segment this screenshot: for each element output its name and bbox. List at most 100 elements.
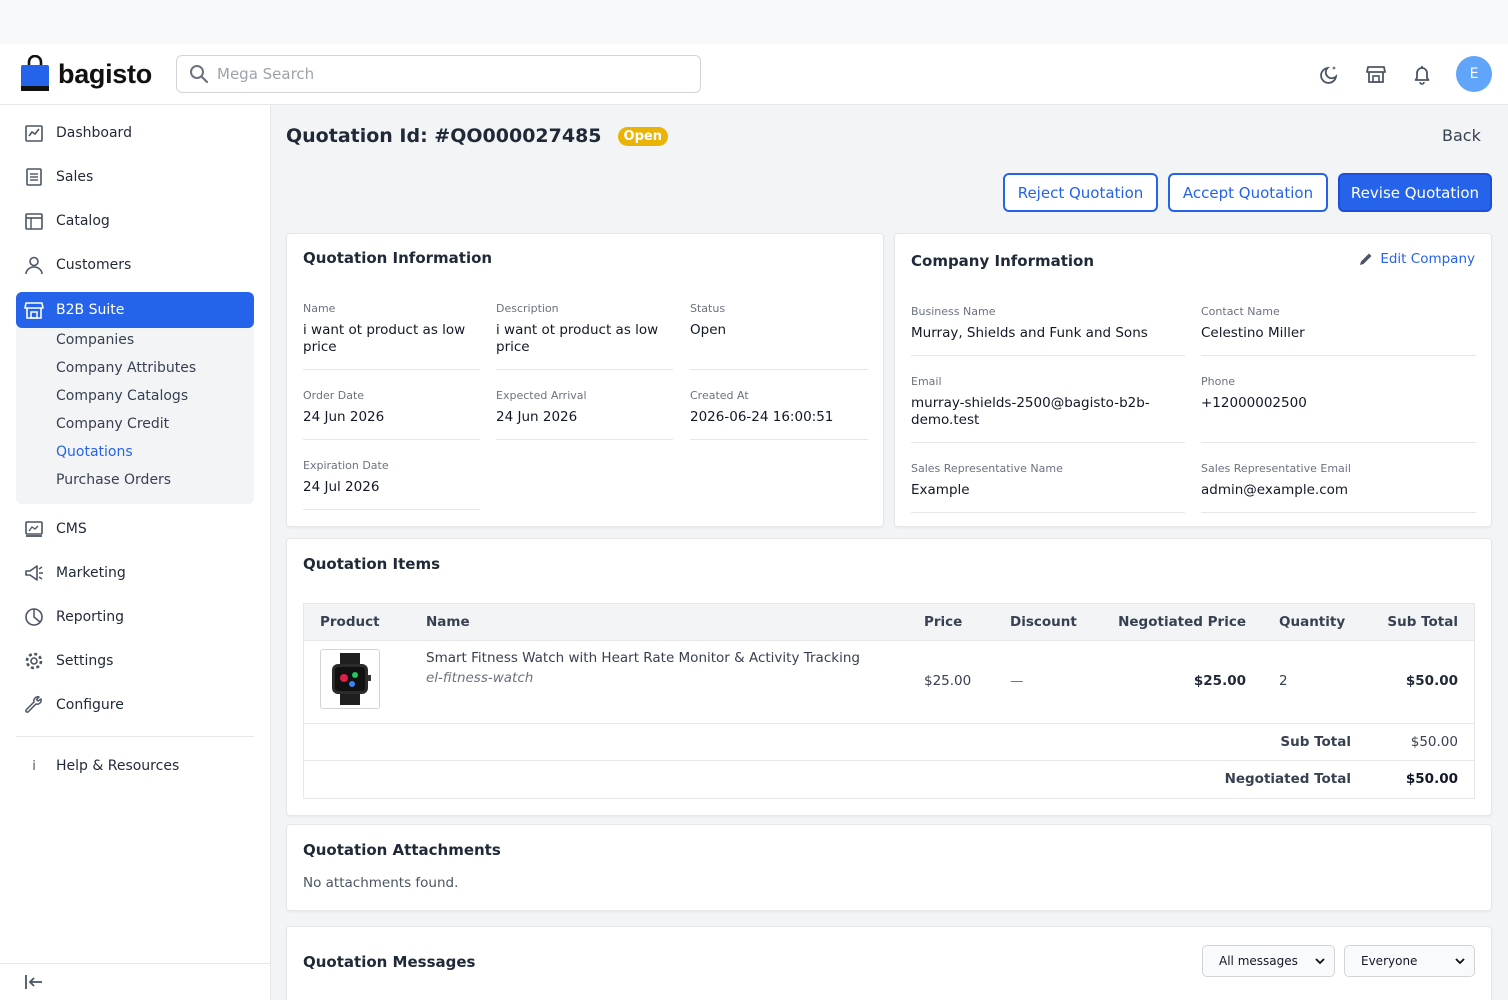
product-price: $25.00	[924, 673, 972, 689]
edit-company-link[interactable]: Edit Company	[1358, 251, 1475, 267]
sidebar-item-label: Settings	[56, 653, 114, 669]
collapse-sidebar-button[interactable]	[0, 963, 271, 1000]
info-icon: i	[32, 758, 36, 774]
pie-chart-icon	[24, 607, 44, 627]
column-header-name: Name	[426, 614, 470, 630]
pencil-icon	[1360, 253, 1372, 265]
header-actions: E	[1296, 56, 1492, 92]
product-name: Smart Fitness Watch with Heart Rate Moni…	[426, 650, 860, 666]
card-title: Quotation Information	[303, 249, 493, 267]
sidebar-item-sales[interactable]: Sales	[16, 159, 254, 195]
sidebar-item-label: CMS	[56, 521, 87, 537]
field-divider	[911, 442, 1185, 443]
store-icon	[1366, 66, 1386, 83]
shopping-bag-logo-icon	[21, 55, 49, 91]
submenu-item-company-credit[interactable]: Company Credit	[56, 416, 169, 432]
field-label: Business Name	[911, 305, 996, 318]
message-audience-select[interactable]: Everyone	[1344, 945, 1475, 977]
notifications-button[interactable]	[1410, 62, 1434, 86]
reject-quotation-button[interactable]: Reject Quotation	[1003, 173, 1158, 212]
column-header-price: Price	[924, 614, 963, 630]
dark-mode-toggle[interactable]	[1318, 62, 1342, 86]
submenu-item-companies[interactable]: Companies	[56, 332, 134, 348]
sidebar-item-configure[interactable]: Configure	[16, 687, 254, 723]
message-type-select[interactable]: All messages	[1202, 945, 1335, 977]
sidebar-item-reporting[interactable]: Reporting	[16, 599, 254, 635]
user-avatar[interactable]: E	[1456, 56, 1492, 92]
product-negotiated-price: $25.00	[1193, 673, 1246, 689]
b2b-submenu: Companies Company Attributes Company Cat…	[16, 327, 254, 504]
sidebar-item-b2b-suite[interactable]: B2B Suite	[16, 292, 254, 328]
field-divider	[911, 355, 1185, 356]
monitor-icon	[24, 519, 44, 539]
message-audience-selected: Everyone	[1361, 954, 1418, 968]
field-label: Sales Representative Email	[1201, 462, 1351, 475]
submenu-item-company-attributes[interactable]: Company Attributes	[56, 360, 196, 376]
field-label: Expiration Date	[303, 459, 389, 472]
field-label: Created At	[690, 389, 749, 402]
search-input[interactable]	[217, 65, 677, 83]
product-sku: el-fitness-watch	[426, 670, 534, 686]
moon-icon	[1320, 66, 1338, 84]
field-label: Name	[303, 302, 336, 315]
field-label: Order Date	[303, 389, 365, 402]
column-header-quantity: Quantity	[1279, 614, 1346, 630]
smartwatch-image	[332, 653, 371, 705]
field-divider	[303, 439, 480, 440]
app-logo[interactable]: bagisto	[20, 54, 152, 94]
field-label: Email	[911, 375, 942, 388]
product-thumbnail[interactable]	[320, 649, 380, 709]
field-label: Status	[690, 302, 726, 315]
mega-search[interactable]	[176, 55, 701, 93]
collapse-left-icon	[25, 975, 42, 989]
quotation-information-card: Quotation Information Name i want ot pro…	[286, 233, 884, 527]
field-divider	[911, 512, 1185, 513]
storefront-button[interactable]	[1364, 62, 1388, 86]
column-header-negotiated-price: Negotiated Price	[1118, 614, 1246, 630]
field-value-created-at: 2026-06-24 16:00:51	[690, 409, 834, 425]
field-value-email: murray-shields-2500@bagisto-b2b-demo.tes…	[911, 395, 1150, 428]
product-quantity: 2	[1279, 673, 1288, 689]
card-title: Quotation Attachments	[303, 841, 501, 859]
sidebar-item-dashboard[interactable]: Dashboard	[16, 115, 254, 151]
no-attachments-text: No attachments found.	[303, 875, 459, 891]
company-information-card: Company Information Edit Company Busines…	[894, 233, 1492, 527]
field-label: Description	[496, 302, 559, 315]
user-icon	[24, 255, 44, 275]
field-label: Phone	[1201, 375, 1236, 388]
field-value-sales-rep-name: Example	[911, 482, 970, 498]
field-label: Contact Name	[1201, 305, 1280, 318]
field-divider	[1201, 355, 1476, 356]
product-sub-total: $50.00	[1405, 673, 1458, 689]
submenu-item-quotations[interactable]: Quotations	[56, 444, 133, 460]
sidebar-item-customers[interactable]: Customers	[16, 247, 254, 283]
sub-total-value: $50.00	[1410, 734, 1458, 750]
sidebar-item-settings[interactable]: Settings	[16, 643, 254, 679]
sidebar-item-cms[interactable]: CMS	[16, 511, 254, 547]
gear-icon	[24, 651, 44, 671]
submenu-item-purchase-orders[interactable]: Purchase Orders	[56, 472, 171, 488]
sidebar-item-label: Sales	[56, 169, 94, 185]
table-header-row: Product Name Price Discount Negotiated P…	[304, 604, 1474, 641]
back-link[interactable]: Back	[1442, 126, 1481, 145]
field-divider	[1201, 512, 1476, 513]
wrench-icon	[24, 695, 44, 715]
quotation-attachments-card: Quotation Attachments No attachments fou…	[286, 824, 1492, 911]
table-row: Smart Fitness Watch with Heart Rate Moni…	[304, 641, 1474, 724]
accept-quotation-button[interactable]: Accept Quotation	[1168, 173, 1328, 212]
message-type-selected: All messages	[1219, 954, 1298, 968]
sidebar: Dashboard Sales Catalog Customers Compan…	[0, 105, 271, 1000]
field-label: Expected Arrival	[496, 389, 587, 402]
sidebar-item-help[interactable]: i Help & Resources	[16, 748, 254, 784]
status-badge: Open	[617, 126, 668, 146]
sidebar-item-label: Customers	[56, 257, 132, 273]
sidebar-item-catalog[interactable]: Catalog	[16, 203, 254, 239]
field-divider	[690, 369, 868, 370]
sidebar-item-marketing[interactable]: Marketing	[16, 555, 254, 591]
revise-quotation-button[interactable]: Revise Quotation	[1338, 173, 1492, 212]
field-divider	[496, 439, 673, 440]
card-title: Company Information	[911, 252, 1095, 270]
column-header-discount: Discount	[1010, 614, 1077, 630]
submenu-item-company-catalogs[interactable]: Company Catalogs	[56, 388, 188, 404]
field-value-status: Open	[690, 322, 727, 338]
